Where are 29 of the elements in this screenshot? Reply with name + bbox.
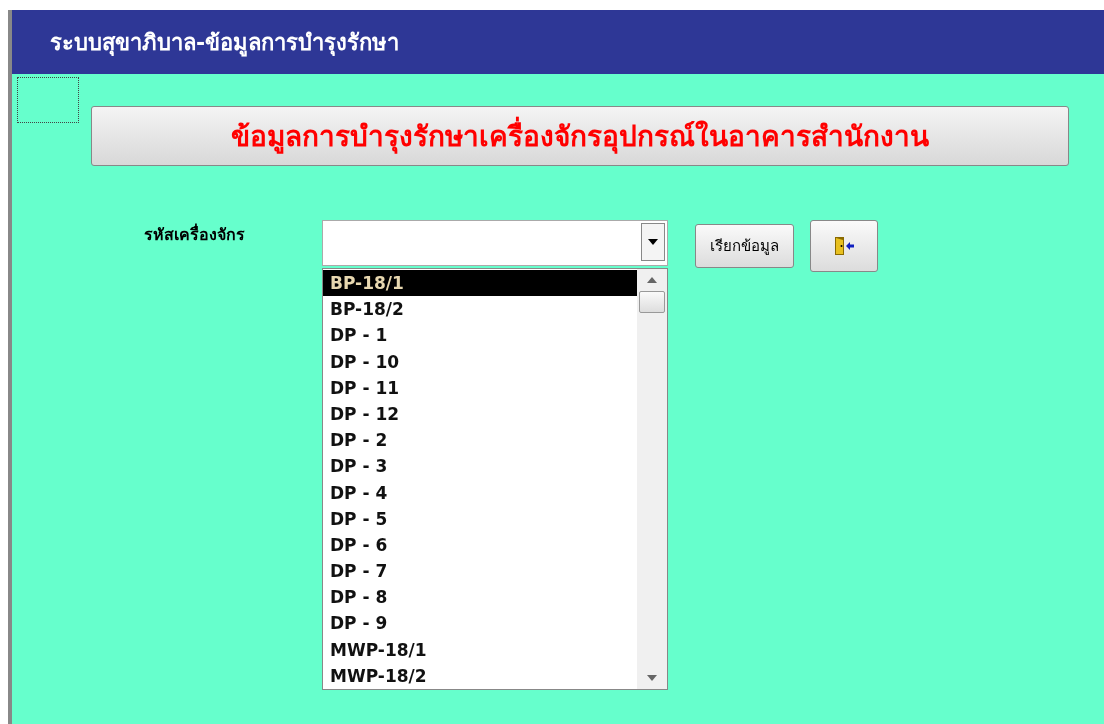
window-title: ระบบสุขาภิบาล-ข้อมูลการบำรุงรักษา xyxy=(50,28,400,59)
list-option[interactable]: DP - 10 xyxy=(323,348,637,375)
list-option[interactable]: DP - 9 xyxy=(323,610,637,637)
fetch-button[interactable]: เรียกข้อมูล xyxy=(695,224,794,268)
list-option[interactable]: DP - 2 xyxy=(323,427,637,454)
list-option[interactable]: DP - 4 xyxy=(323,479,637,506)
scroll-bar[interactable] xyxy=(637,269,667,689)
list-option[interactable]: MWP-18/2 xyxy=(323,662,637,689)
list-option[interactable]: BP-18/2 xyxy=(323,296,637,323)
dropdown-button[interactable] xyxy=(641,223,665,261)
field-label: รหัสเครื่องจักร xyxy=(144,222,246,246)
list-option[interactable]: DP - 5 xyxy=(323,505,637,532)
list-option[interactable]: DP - 1 xyxy=(323,322,637,349)
list-option[interactable]: DP - 7 xyxy=(323,558,637,585)
list-option[interactable]: DP - 11 xyxy=(323,374,637,401)
focus-outline xyxy=(17,77,79,123)
door-arrow-icon xyxy=(832,235,856,257)
scroll-thumb[interactable] xyxy=(639,291,665,313)
list-option[interactable]: BP-18/1 xyxy=(323,270,637,297)
scroll-down-icon[interactable] xyxy=(647,675,657,681)
list-option[interactable]: DP - 12 xyxy=(323,400,637,428)
exit-button[interactable] xyxy=(810,220,878,272)
list-option[interactable]: DP - 3 xyxy=(323,453,637,480)
list-option[interactable]: DP - 6 xyxy=(323,531,637,559)
list-option[interactable]: DP - 8 xyxy=(323,584,637,611)
caret-icon xyxy=(648,239,658,245)
scroll-up-icon[interactable] xyxy=(647,277,657,283)
list-option[interactable]: MWP-18/1 xyxy=(323,636,637,663)
heading-text: ข้อมูลการบำรุงรักษาเครื่องจักรอุปกรณ์ในอาคารสำนักงาน xyxy=(231,114,929,158)
